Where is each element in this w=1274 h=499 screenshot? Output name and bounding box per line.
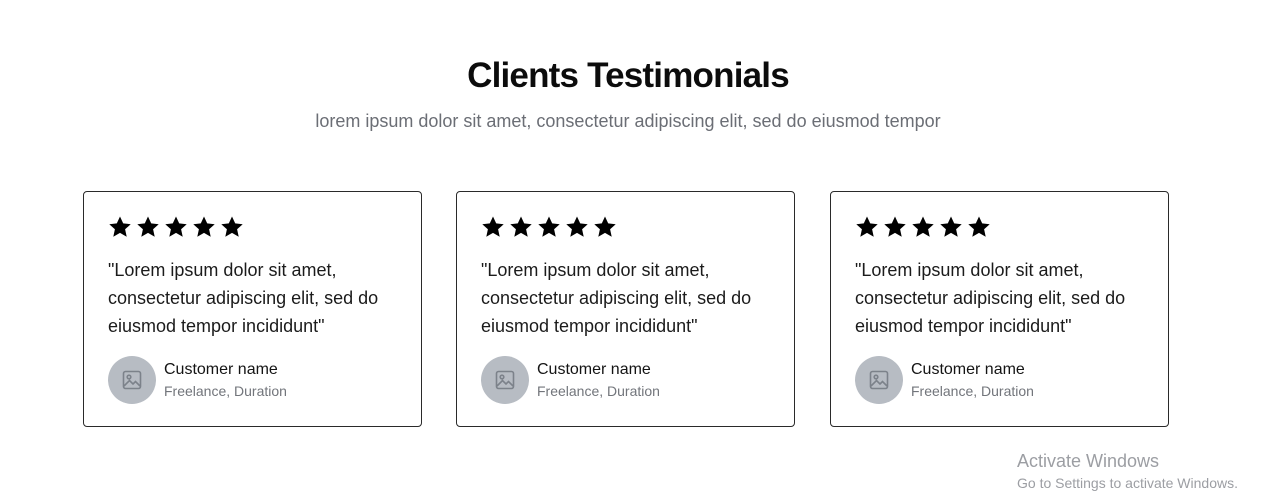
customer-role: Freelance, Duration bbox=[537, 382, 660, 399]
star-rating bbox=[108, 215, 244, 239]
customer-info: Customer name Freelance, Duration bbox=[855, 356, 1034, 404]
testimonial-quote: "Lorem ipsum dolor sit amet, consectetur… bbox=[481, 260, 752, 336]
star-icon bbox=[137, 216, 159, 237]
star-icon bbox=[594, 216, 616, 237]
star-rating bbox=[481, 215, 617, 239]
activate-windows-watermark: Activate Windows Go to Settings to activ… bbox=[1017, 450, 1238, 492]
star-icon bbox=[968, 216, 990, 237]
testimonial-card: "Lorem ipsum dolor sit amet, consectetur… bbox=[83, 191, 422, 427]
customer-info: Customer name Freelance, Duration bbox=[108, 356, 287, 404]
watermark-subtitle: Go to Settings to activate Windows. bbox=[1017, 475, 1238, 491]
star-icon bbox=[912, 216, 934, 237]
star-icon bbox=[538, 216, 560, 237]
section-subtitle: lorem ipsum dolor sit amet, consectetur … bbox=[315, 111, 941, 131]
avatar bbox=[481, 356, 529, 404]
star-icon bbox=[193, 216, 215, 237]
avatar bbox=[108, 356, 156, 404]
customer-name: Customer name bbox=[164, 360, 278, 378]
star-icon bbox=[856, 216, 878, 237]
customer-info: Customer name Freelance, Duration bbox=[481, 356, 660, 404]
testimonial-quote: "Lorem ipsum dolor sit amet, consectetur… bbox=[108, 260, 379, 336]
watermark-title: Activate Windows bbox=[1017, 451, 1160, 471]
star-icon bbox=[940, 216, 962, 237]
avatar bbox=[855, 356, 903, 404]
image-placeholder-icon bbox=[122, 370, 142, 390]
testimonial-quote: "Lorem ipsum dolor sit amet, consectetur… bbox=[855, 260, 1126, 336]
star-icon bbox=[482, 216, 504, 237]
star-icon bbox=[165, 216, 187, 237]
star-icon bbox=[109, 216, 131, 237]
image-placeholder-icon bbox=[495, 370, 515, 390]
star-rating bbox=[855, 215, 991, 239]
customer-name: Customer name bbox=[911, 360, 1025, 378]
star-icon bbox=[884, 216, 906, 237]
customer-role: Freelance, Duration bbox=[164, 382, 287, 399]
star-icon bbox=[566, 216, 588, 237]
section-title: Clients Testimonials bbox=[467, 56, 790, 95]
star-icon bbox=[510, 216, 532, 237]
customer-role: Freelance, Duration bbox=[911, 382, 1034, 399]
star-icon bbox=[221, 216, 243, 237]
testimonial-card: "Lorem ipsum dolor sit amet, consectetur… bbox=[456, 191, 795, 427]
image-placeholder-icon bbox=[869, 370, 889, 390]
customer-name: Customer name bbox=[537, 360, 651, 378]
testimonial-card: "Lorem ipsum dolor sit amet, consectetur… bbox=[830, 191, 1169, 427]
